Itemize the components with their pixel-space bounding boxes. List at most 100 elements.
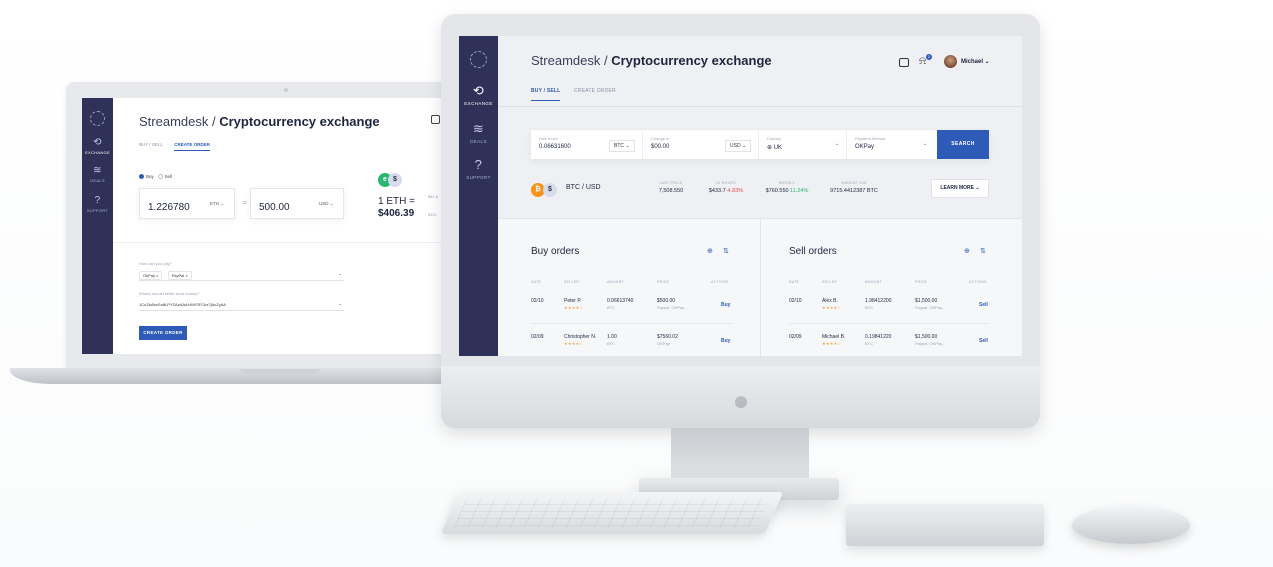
trackpad: [846, 504, 1044, 546]
avatar[interactable]: [944, 55, 957, 68]
col-price: PRICE: [915, 280, 928, 284]
chip-okpay[interactable]: OkPay ×: [139, 271, 163, 280]
mouse: [1072, 506, 1190, 544]
laptop-section-divider: [113, 242, 466, 243]
exchange-icon: ⟲: [472, 83, 485, 98]
chevron-down-icon: ⌄: [338, 271, 342, 276]
wallet-icon[interactable]: [899, 58, 909, 67]
apple-logo-icon: ●: [732, 385, 750, 416]
stat-24-hours: 24 HOURS $433.7-4.83%: [708, 181, 744, 194]
col-amount: AMOUNT: [607, 280, 624, 284]
orders-divider: [760, 218, 761, 356]
seller-rating-stars: ★★★★☆: [822, 341, 842, 346]
payment-method-select[interactable]: Payment Method OKPay ⌄: [847, 130, 937, 159]
buy-orders-title: Buy orders: [531, 246, 580, 257]
laptop-amount-currency-select[interactable]: ETH ⌄: [210, 201, 224, 207]
exchange-icon: ⟲: [93, 137, 102, 148]
stat-weekly: WEEKLY $760.550 11.24%: [765, 181, 809, 194]
page-title: Streamdesk / Cryptocurrency exchange: [531, 53, 772, 68]
handshake-icon: ≋: [93, 165, 102, 176]
help-icon: ?: [474, 157, 483, 172]
pay-method-label: How can you pay?: [139, 261, 172, 266]
trading-pair: BTC / USD: [566, 184, 601, 191]
sidebar-item-support[interactable]: ? SUPPORT: [459, 157, 498, 181]
sort-buy-orders-icon[interactable]: ⇅: [723, 247, 729, 255]
create-order-button[interactable]: CREATE ORDER: [139, 326, 187, 340]
amount-field[interactable]: How much 0.06631600 BTC ⌄: [531, 130, 643, 159]
product-mockup-scene: ⟲ EXCHANGE ≋ DEALS ? SUPPORT Streamdesk …: [0, 0, 1273, 567]
laptop-nav-deals[interactable]: ≋ DEALS: [82, 165, 113, 184]
chevron-down-icon: ⌄: [338, 301, 342, 306]
seller-rating-stars: ★★★★☆: [564, 305, 584, 310]
search-button[interactable]: SEARCH: [937, 130, 989, 159]
keyboard: [440, 492, 784, 534]
usd-coin-icon: $: [388, 173, 402, 187]
laptop-nav-support[interactable]: ? SUPPORT: [82, 195, 113, 214]
col-seller: SELLER: [822, 280, 838, 284]
radio-sell[interactable]: [157, 174, 163, 180]
buy-button[interactable]: Buy: [721, 302, 730, 308]
learn-more-button[interactable]: LEARN MORE ⌄: [931, 179, 989, 198]
sell-orders-title: Sell orders: [789, 246, 837, 257]
col-date: DATE: [531, 280, 542, 284]
col-amount: AMOUNT: [865, 280, 882, 284]
seller-rating-stars: ★★★★☆: [822, 305, 842, 310]
laptop-stat-value: $113: [428, 212, 437, 217]
streamdesk-logo-icon: [470, 51, 487, 68]
seller-rating-stars: ★★★★☆: [564, 341, 584, 346]
buy-button[interactable]: Buy: [721, 338, 730, 344]
sort-sell-orders-icon[interactable]: ⇅: [980, 247, 986, 255]
sidebar: ⟲ EXCHANGE ≋ DEALS ? SUPPORT: [459, 36, 498, 356]
tab-create-order[interactable]: CREATE ORDER: [574, 88, 616, 94]
laptop-tab-buy-sell[interactable]: BUY / SELL: [139, 142, 163, 147]
change-to-field[interactable]: Change to $00.00 USD ⌄: [643, 130, 759, 159]
stat-amount-24h: AMOUNT 24H 9715.4412387 BTC: [830, 181, 878, 194]
laptop-tab-create-order[interactable]: CREATE ORDER: [174, 142, 210, 151]
col-seller: SELLER: [564, 280, 580, 284]
col-actions: ACTIONS: [969, 280, 987, 284]
row-divider: [789, 323, 989, 324]
radio-buy[interactable]: [139, 174, 144, 180]
row-divider: [531, 323, 733, 324]
laptop-page-title: Streamdesk / Cryptocurrency exchange: [139, 114, 380, 129]
add-sell-order-icon[interactable]: ⊕: [964, 247, 970, 255]
from-currency-select[interactable]: BTC ⌄: [609, 140, 635, 152]
laptop-change-field[interactable]: 500.00 USD ⌄: [250, 188, 344, 219]
tabs-divider: [498, 106, 1022, 107]
laptop-notch: [240, 369, 320, 374]
exchange-search-bar: How much 0.06631600 BTC ⌄ Change to $00.…: [531, 130, 989, 159]
sidebar-item-exchange[interactable]: ⟲ EXCHANGE: [459, 83, 498, 107]
sell-button[interactable]: Sell: [979, 338, 988, 344]
keyboard-keys: [453, 498, 771, 528]
laptop-order-type-radios: Buy Sell: [139, 174, 172, 180]
col-actions: ACTIONS: [711, 280, 729, 284]
col-price: PRICE: [657, 280, 670, 284]
wallet-address-select[interactable]: 1CuZbAbcSn8LPYZAzAAAHUKSFCbz7jAcZyAA ⌄: [139, 298, 344, 311]
seller-destination-label: Where should seller send money?: [139, 291, 200, 296]
sidebar-item-deals[interactable]: ≋ DEALS: [459, 121, 498, 145]
streamdesk-logo-icon: [90, 111, 105, 126]
laptop-nav-exchange[interactable]: ⟲ EXCHANGE: [82, 137, 113, 156]
tabs: BUY / SELL CREATE ORDER: [531, 88, 628, 101]
country-select[interactable]: Country ⊕ UK ⌄: [759, 130, 847, 159]
col-date: DATE: [789, 280, 800, 284]
imac-stand: [671, 428, 809, 482]
add-buy-order-icon[interactable]: ⊕: [707, 247, 713, 255]
tab-buy-sell[interactable]: BUY / SELL: [531, 88, 561, 101]
wallet-icon[interactable]: [431, 115, 440, 124]
uk-flag-icon: ⊕: [767, 145, 773, 151]
laptop-amount-field[interactable]: 1.226780 ETH ⌄: [139, 188, 235, 219]
laptop-tabs: BUY / SELL CREATE ORDER: [139, 142, 220, 151]
chip-paypal[interactable]: PayPal ×: [167, 271, 192, 280]
help-icon: ?: [94, 195, 101, 206]
sell-button[interactable]: Sell: [979, 302, 988, 308]
pay-method-select[interactable]: OkPay × PayPal × ⌄: [139, 268, 344, 281]
laptop-sidebar: ⟲ EXCHANGE ≋ DEALS ? SUPPORT: [82, 98, 113, 354]
imac-screen: ⟲ EXCHANGE ≋ DEALS ? SUPPORT Streamdesk …: [459, 36, 1022, 356]
usd-coin-icon: $: [543, 183, 557, 197]
laptop-screen: ⟲ EXCHANGE ≋ DEALS ? SUPPORT Streamdesk …: [82, 98, 466, 354]
to-currency-select[interactable]: USD ⌄: [725, 140, 752, 152]
user-menu[interactable]: Michael ⌄: [961, 58, 990, 65]
handshake-icon: ≋: [472, 121, 485, 136]
laptop-change-currency-select[interactable]: USD ⌄: [319, 201, 334, 207]
